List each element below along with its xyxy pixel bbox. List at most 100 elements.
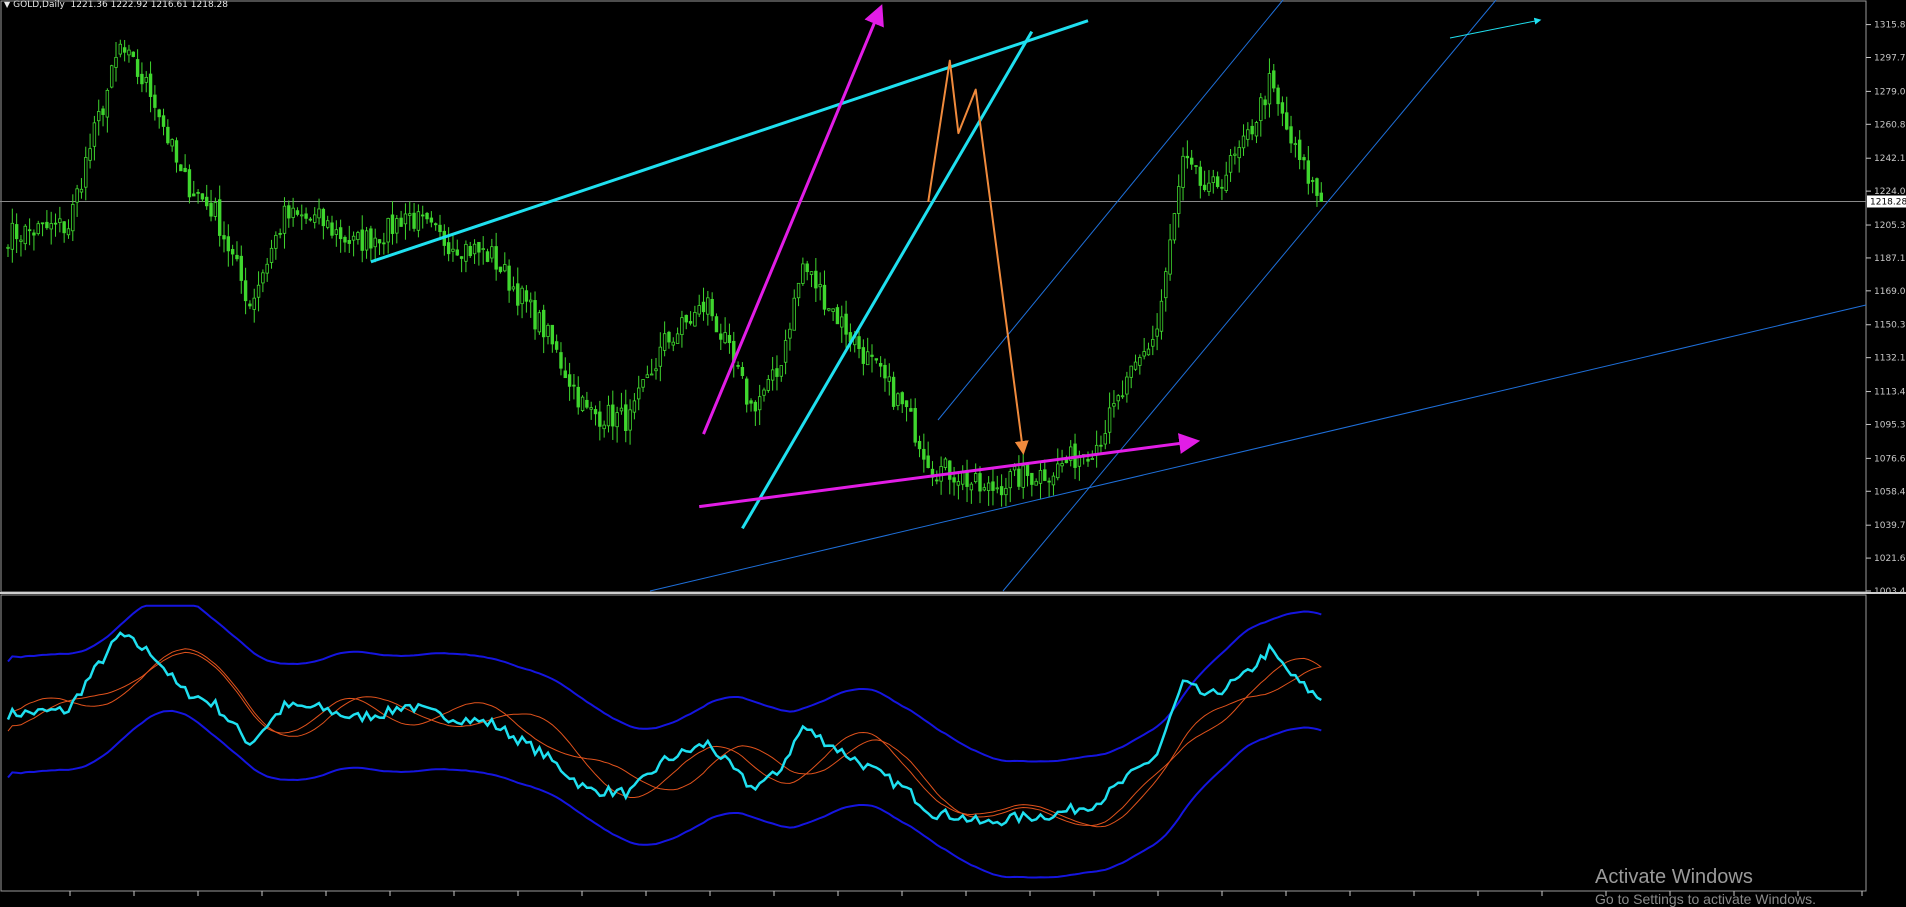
candle-body xyxy=(282,205,287,234)
candle-body xyxy=(1172,213,1177,241)
candle-body xyxy=(740,366,745,376)
candle-body xyxy=(408,213,412,216)
symbol-label: GOLD,Daily xyxy=(13,0,65,10)
candle-body xyxy=(166,126,170,144)
candle-body xyxy=(338,227,343,240)
candle-body xyxy=(654,368,658,372)
y-tick-label: 1297.70 xyxy=(1874,53,1906,63)
chevron-down-icon[interactable]: ▼ xyxy=(4,0,10,9)
candle-body xyxy=(818,284,822,288)
candle-body xyxy=(909,408,913,412)
candle-body xyxy=(952,477,956,483)
candle-body xyxy=(386,218,390,243)
candle-body xyxy=(230,249,235,255)
candle-body xyxy=(1146,348,1151,356)
candle-body xyxy=(736,364,740,367)
candle-body xyxy=(468,245,472,257)
candle-body xyxy=(62,221,66,234)
candle-body xyxy=(1181,155,1185,188)
price-chart[interactable]: 1315.851297.701279.001260.851242.151224.… xyxy=(0,0,1906,900)
candle-body xyxy=(364,230,369,251)
candle-body xyxy=(887,376,891,382)
candle-body xyxy=(356,232,360,240)
candle-body xyxy=(40,222,45,225)
candle-body xyxy=(1051,475,1056,486)
candle-body xyxy=(580,396,585,412)
candle-body xyxy=(1107,407,1112,433)
y-tick-label: 1095.30 xyxy=(1874,420,1906,430)
candle-body xyxy=(1267,73,1272,105)
y-tick-label: 1260.85 xyxy=(1874,120,1906,130)
candle-body xyxy=(576,386,580,408)
candle-body xyxy=(1151,339,1155,347)
candle-body xyxy=(1185,155,1190,159)
candle-body xyxy=(10,222,15,250)
candle-body xyxy=(135,59,140,77)
candle-body xyxy=(351,235,356,241)
candle-body xyxy=(153,94,157,108)
candle-body xyxy=(1259,97,1263,122)
candle-body xyxy=(1133,361,1138,370)
candle-body xyxy=(79,188,84,193)
chart-root[interactable]: 1315.851297.701279.001260.851242.151224.… xyxy=(0,0,1906,907)
candle-body xyxy=(269,247,274,263)
candle-body xyxy=(382,242,386,245)
candle-body xyxy=(343,236,347,243)
candle-body xyxy=(516,283,520,306)
candle-body xyxy=(529,299,533,303)
candle-body xyxy=(334,229,339,235)
candle-body xyxy=(217,199,222,236)
y-tick-label: 1058.45 xyxy=(1874,487,1906,497)
candle-body xyxy=(114,56,118,68)
candle-body xyxy=(567,374,572,387)
candle-body xyxy=(494,246,498,270)
candle-body xyxy=(101,108,105,115)
candle-body xyxy=(1155,328,1159,337)
activate-windows-subtitle: Go to Settings to activate Windows. xyxy=(1595,891,1816,907)
candle-body xyxy=(49,223,53,230)
candle-body xyxy=(688,321,693,324)
candle-body xyxy=(1112,403,1116,407)
candle-body xyxy=(723,332,727,344)
candle-body xyxy=(45,221,49,229)
candle-body xyxy=(1086,458,1090,462)
y-tick-label: 1187.15 xyxy=(1874,254,1906,264)
candle-body xyxy=(745,378,749,405)
candle-body xyxy=(485,251,490,262)
candle-body xyxy=(1241,135,1246,149)
candle-body xyxy=(935,479,939,482)
candle-body xyxy=(844,313,848,335)
candle-body xyxy=(986,482,991,492)
candle-body xyxy=(1207,182,1211,192)
candle-body xyxy=(628,409,632,431)
candle-body xyxy=(727,334,732,344)
candle-body xyxy=(1142,351,1146,357)
candle-body xyxy=(1246,129,1250,140)
candle-body xyxy=(6,246,10,249)
candle-body xyxy=(861,347,866,364)
candle-body xyxy=(982,487,987,491)
candle-body xyxy=(593,409,598,415)
candle-body xyxy=(304,213,308,219)
y-tick-label: 1003.45 xyxy=(1874,587,1906,597)
candle-body xyxy=(896,393,900,406)
candle-body xyxy=(192,193,196,197)
candle-body xyxy=(788,328,792,339)
candle-body xyxy=(1198,166,1203,186)
candle-body xyxy=(179,164,183,172)
candle-body xyxy=(222,235,226,240)
activate-windows-title: Activate Windows xyxy=(1595,866,1753,888)
candle-body xyxy=(1012,466,1017,471)
candle-body xyxy=(27,229,32,232)
candle-body xyxy=(274,234,278,249)
candle-body xyxy=(796,282,801,299)
candle-body xyxy=(421,214,425,217)
candle-body xyxy=(995,487,999,490)
candle-body xyxy=(75,188,79,203)
candle-body xyxy=(572,384,576,387)
candle-body xyxy=(429,217,434,223)
candle-body xyxy=(92,122,97,147)
candle-body xyxy=(174,140,179,163)
candle-body xyxy=(1215,176,1220,187)
candle-body xyxy=(287,205,291,219)
